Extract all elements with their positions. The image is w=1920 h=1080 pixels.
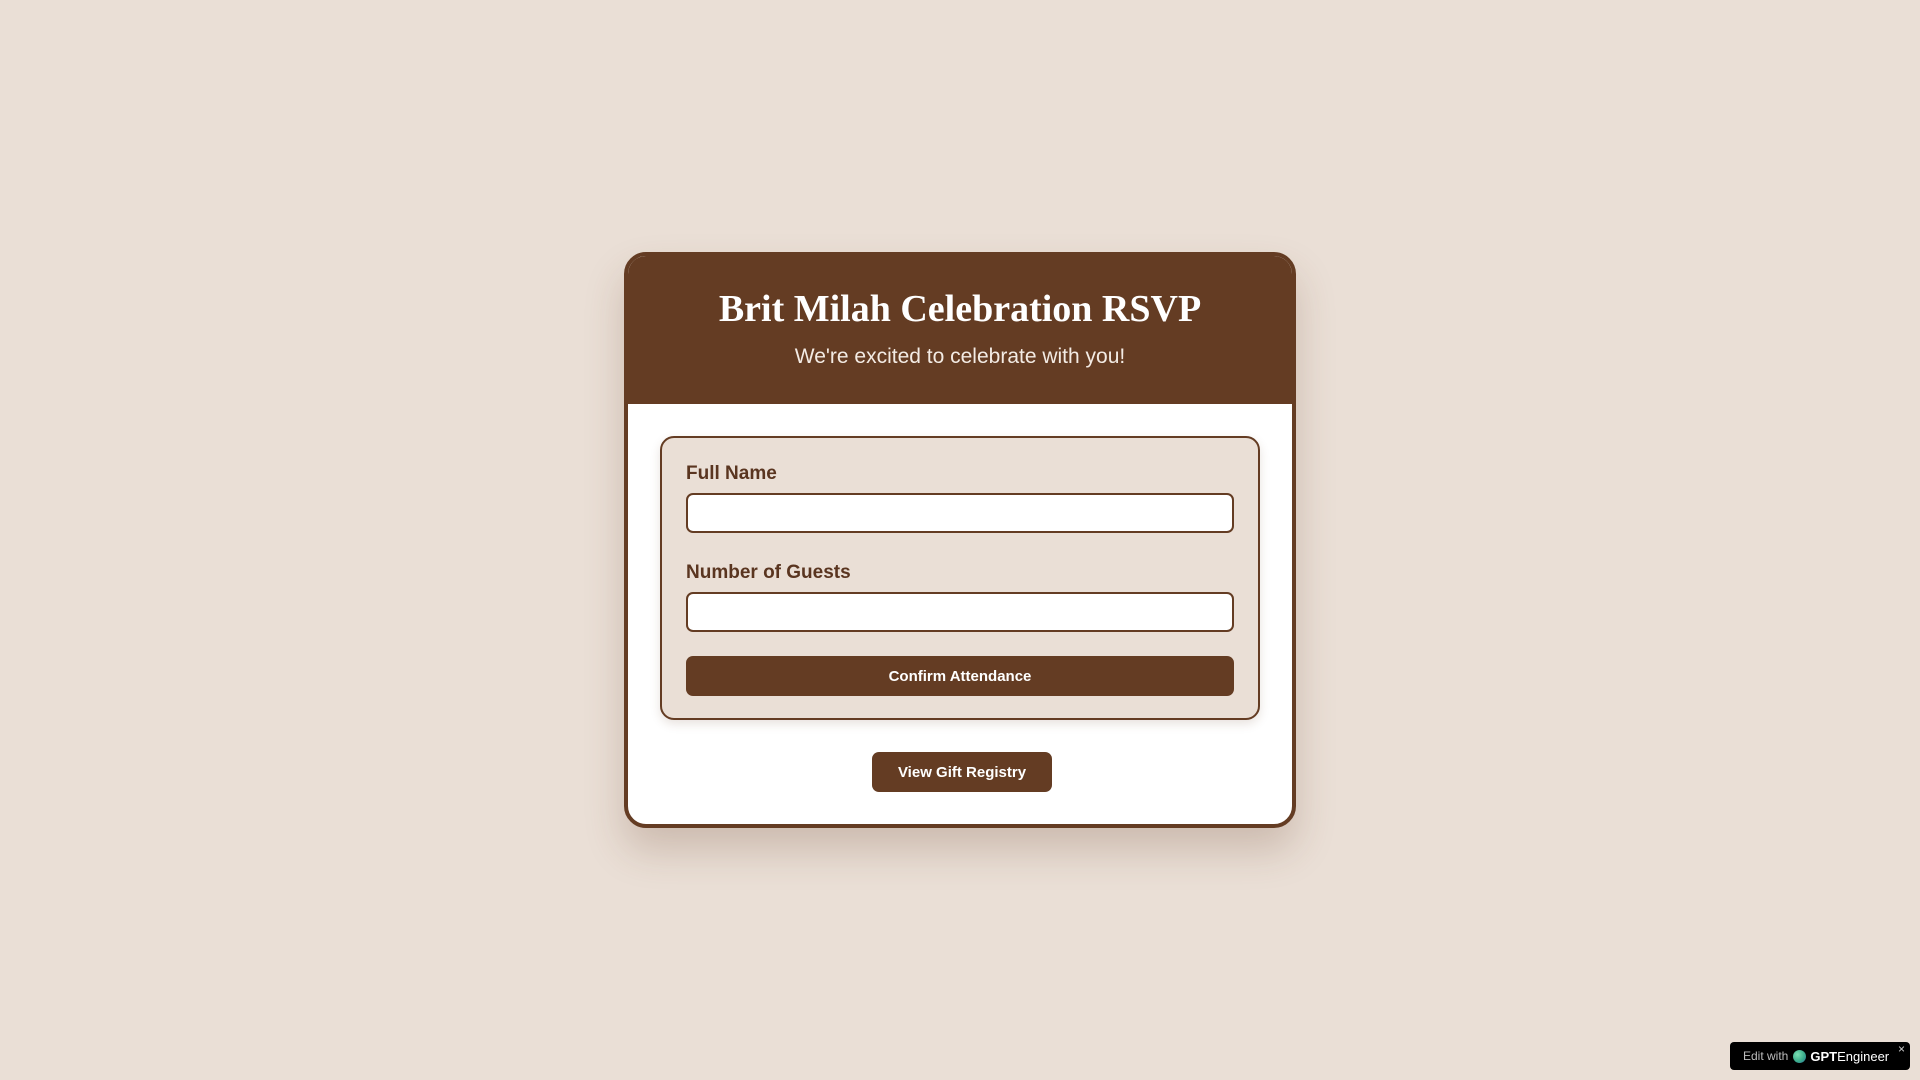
guests-input[interactable] bbox=[686, 592, 1234, 632]
view-gift-registry-button[interactable]: View Gift Registry bbox=[872, 752, 1052, 792]
card-header: Brit Milah Celebration RSVP We're excite… bbox=[628, 256, 1292, 404]
full-name-input[interactable] bbox=[686, 493, 1234, 533]
rsvp-card: Brit Milah Celebration RSVP We're excite… bbox=[624, 252, 1296, 828]
badge-edit-text: Edit with bbox=[1743, 1049, 1789, 1063]
edit-with-gptengineer-badge[interactable]: Edit with GPT Engineer × bbox=[1730, 1042, 1910, 1070]
full-name-label: Full Name bbox=[686, 463, 777, 484]
badge-brand-strong: GPT bbox=[1810, 1048, 1838, 1064]
badge-brand-rest: Engineer bbox=[1837, 1048, 1890, 1064]
confirm-attendance-button[interactable]: Confirm Attendance bbox=[686, 656, 1234, 696]
rsvp-form: Full Name Number of Guests Confirm Atten… bbox=[660, 436, 1260, 720]
guests-label: Number of Guests bbox=[686, 562, 851, 583]
page-title: Brit Milah Celebration RSVP bbox=[718, 288, 1202, 330]
close-icon[interactable]: × bbox=[1898, 1043, 1905, 1055]
gptengineer-logo-icon bbox=[1793, 1049, 1807, 1063]
page-subtitle: We're excited to celebrate with you! bbox=[794, 345, 1126, 368]
